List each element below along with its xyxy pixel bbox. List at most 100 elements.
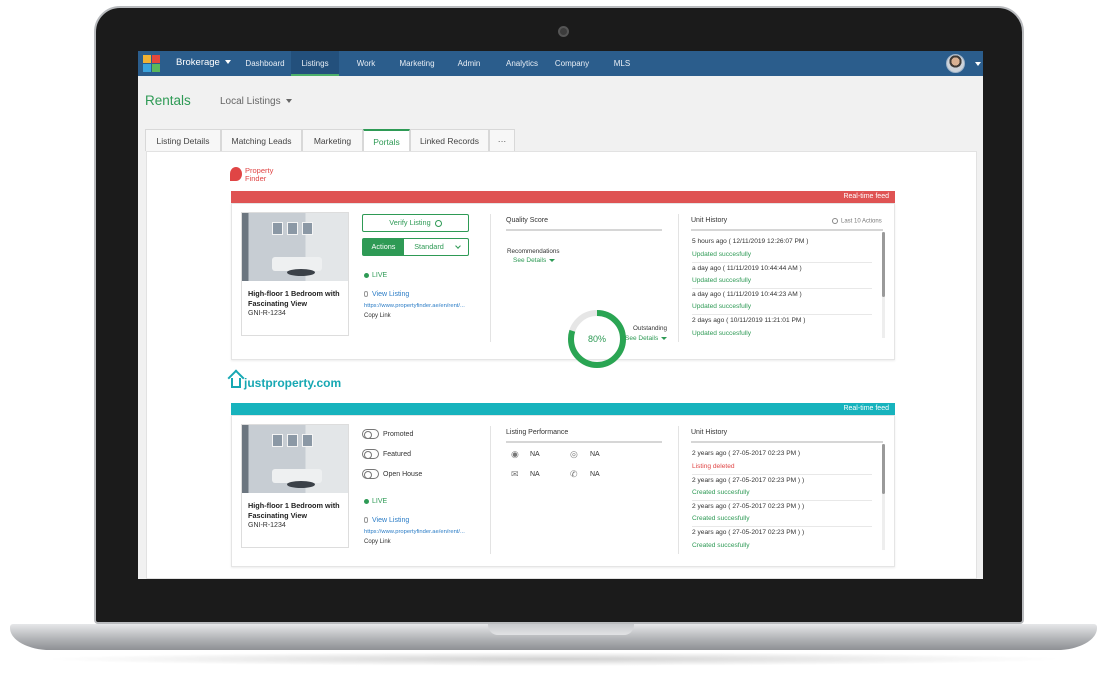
unit-history-list[interactable]: 5 hours ago ( 12/11/2019 12:26:07 PM ) U… (692, 234, 882, 338)
toggle-switch[interactable] (362, 469, 379, 479)
laptop-frame: Brokerage Dashboard Listings Work Market… (0, 0, 1107, 677)
brokerage-menu[interactable]: Brokerage (176, 57, 231, 68)
app-screen: Brokerage Dashboard Listings Work Market… (138, 51, 983, 579)
quality-score-heading: Quality Score (506, 217, 549, 224)
copy-link-button[interactable]: Copy Link (364, 313, 391, 319)
view-listing-label: View Listing (372, 291, 410, 298)
toggle-label: Promoted (383, 430, 414, 438)
listing-title: High-floor 1 Bedroom with Fascinating Vi… (248, 289, 340, 308)
live-label: LIVE (372, 272, 388, 279)
house-icon (231, 378, 241, 388)
toggle-open-house[interactable]: Open House (362, 469, 422, 479)
history-time: a day ago ( 11/11/2019 10:44:44 AM ) (692, 265, 802, 272)
listing-url[interactable]: https://www.propertyfinder.ae/en/rent/..… (364, 303, 465, 309)
app-logo[interactable] (143, 55, 160, 72)
nav-item-company[interactable]: Company (549, 51, 595, 76)
history-scrollbar-thumb[interactable] (882, 444, 885, 494)
unit-history-heading: Unit History (691, 429, 728, 436)
listing-performance-heading: Listing Performance (506, 429, 569, 436)
history-status: Updated succesfully (692, 330, 752, 337)
eye-icon: ◉ (511, 449, 519, 459)
see-details-label: See Details (625, 335, 659, 342)
history-status: Created succesfully (692, 515, 750, 522)
views-value: NA (530, 451, 540, 458)
history-time: 2 years ago ( 27-05-2017 02:23 PM ) (692, 450, 801, 457)
link-icon (364, 291, 368, 298)
toggle-switch[interactable] (362, 449, 379, 459)
avatar[interactable] (946, 54, 965, 73)
history-time: 2 years ago ( 27-05-2017 02:23 PM ) ) (692, 529, 805, 536)
phone-icon: ✆ (570, 469, 578, 479)
live-status: LIVE (364, 272, 387, 279)
listing-thumbnail-card[interactable]: High-floor 1 Bedroom with Fascinating Vi… (241, 424, 349, 548)
history-status: Updated succesfully (692, 277, 752, 284)
see-details-link[interactable]: See Details (625, 335, 668, 342)
mail-icon: ✉ (511, 469, 519, 479)
live-dot-icon (364, 498, 369, 504)
emails-value: NA (530, 471, 540, 478)
unit-history-list[interactable]: 2 years ago ( 27-05-2017 02:23 PM ) List… (692, 446, 882, 550)
history-time: 5 hours ago ( 12/11/2019 12:26:07 PM ) (692, 238, 809, 245)
laptop-notch (488, 624, 634, 635)
live-status: LIVE (364, 498, 387, 505)
chevron-down-icon[interactable] (975, 62, 981, 66)
justproperty-logo-text: justproperty.com (244, 376, 342, 390)
score-value: 80% (588, 334, 606, 344)
nav-item-admin[interactable]: Admin (448, 51, 490, 76)
tab-listing-details[interactable]: Listing Details (145, 129, 221, 151)
toggle-featured[interactable]: Featured (362, 449, 411, 459)
verify-label: Verify Listing (389, 218, 431, 227)
recommendations-label: Recommendations (507, 248, 560, 255)
tab-marketing[interactable]: Marketing (302, 129, 363, 151)
tab-linked-records[interactable]: Linked Records (410, 129, 489, 151)
tab-matching-leads[interactable]: Matching Leads (221, 129, 302, 151)
view-listing-link[interactable]: View Listing (364, 291, 409, 298)
listing-photo (242, 213, 348, 281)
see-details-link[interactable]: See Details (513, 257, 556, 264)
verify-listing-button[interactable]: Verify Listing (362, 214, 469, 232)
standard-option[interactable]: Standard (409, 239, 449, 255)
history-time: 2 years ago ( 27-05-2017 02:23 PM ) ) (692, 503, 805, 510)
actions-standard-selector[interactable]: Actions Standard (362, 238, 469, 256)
camera (558, 26, 569, 37)
chevron-down-icon (661, 336, 668, 340)
live-dot-icon (364, 272, 369, 278)
nav-item-analytics[interactable]: Analytics (498, 51, 546, 76)
toggle-label: Open House (383, 470, 423, 478)
laptop-shadow (40, 652, 1067, 666)
local-listings-dropdown[interactable]: Local Listings (220, 96, 292, 107)
actions-button[interactable]: Actions (363, 239, 404, 255)
top-nav: Brokerage Dashboard Listings Work Market… (138, 51, 983, 76)
view-listing-label: View Listing (372, 517, 410, 524)
history-scrollbar-thumb[interactable] (882, 232, 885, 297)
realtime-feed-bar: Real-time feed (231, 191, 895, 203)
tab-portals[interactable]: Portals (363, 129, 410, 152)
chevron-down-icon (224, 60, 231, 65)
toggle-switch[interactable] (362, 429, 379, 439)
tab-more[interactable]: ··· (489, 129, 515, 151)
portal-card-propertyfinder: High-floor 1 Bedroom with Fascinating Vi… (231, 203, 895, 368)
nav-item-work[interactable]: Work (346, 51, 386, 76)
listing-code: GNI-R-1234 (248, 522, 286, 529)
listing-title: High-floor 1 Bedroom with Fascinating Vi… (248, 501, 340, 520)
brokerage-label: Brokerage (176, 57, 220, 68)
nav-item-mls[interactable]: MLS (604, 51, 640, 76)
chevron-down-icon[interactable] (455, 243, 461, 249)
listing-url[interactable]: https://www.propertyfinder.ae/en/rent/..… (364, 529, 465, 535)
nav-item-dashboard[interactable]: Dashboard (241, 51, 289, 76)
nav-item-marketing[interactable]: Marketing (393, 51, 441, 76)
listing-photo (242, 425, 348, 493)
nav-item-listings[interactable]: Listings (291, 51, 339, 76)
link-icon (364, 517, 368, 524)
last-10-actions-filter[interactable]: Last 10 Actions (832, 218, 882, 225)
dropdown-label: Local Listings (220, 96, 281, 107)
history-time: a day ago ( 11/11/2019 10:44:23 AM ) (692, 291, 802, 298)
history-time: 2 days ago ( 10/11/2019 11:21:01 PM ) (692, 317, 806, 324)
listing-thumbnail-card[interactable]: High-floor 1 Bedroom with Fascinating Vi… (241, 212, 349, 336)
history-status: Updated succesfully (692, 303, 752, 310)
view-listing-link[interactable]: View Listing (364, 517, 409, 524)
unit-history-heading: Unit History (691, 217, 728, 224)
outstanding-label: Outstanding (633, 325, 667, 332)
copy-link-button[interactable]: Copy Link (364, 539, 391, 545)
toggle-promoted[interactable]: Promoted (362, 429, 413, 439)
